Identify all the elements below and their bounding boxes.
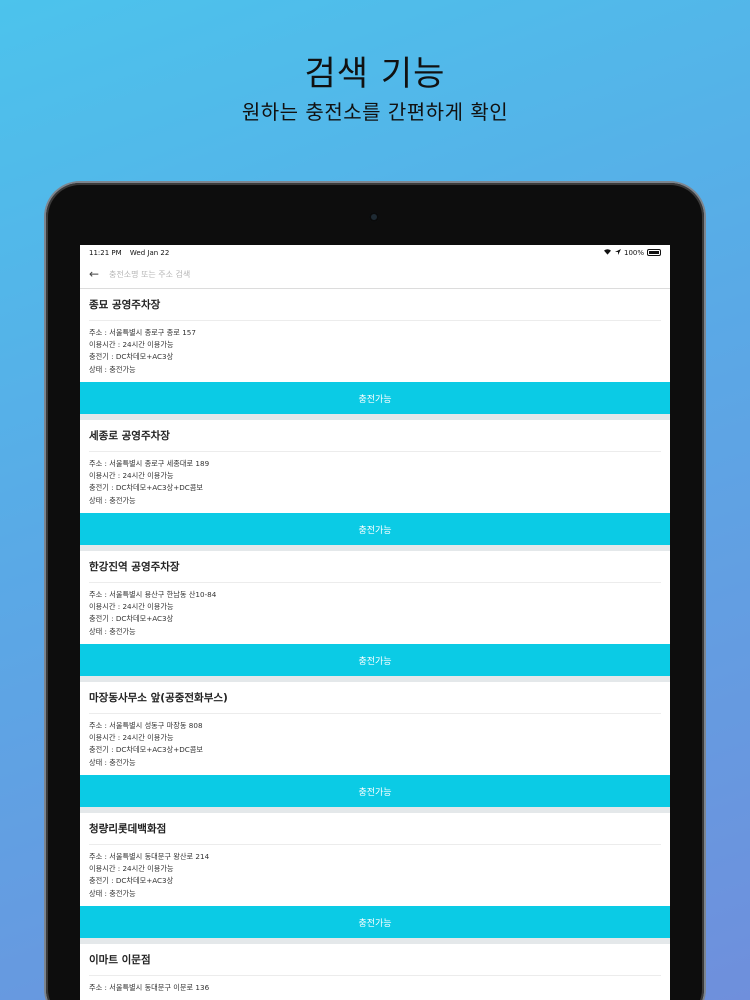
charge-available-button[interactable]: 충전가능 [80,906,670,938]
hero-title: 검색 기능 [304,54,446,94]
wifi-icon [603,248,612,257]
station-card[interactable]: 종묘 공영주차장 주소 : 서울특별시 종로구 종로 157 이용시간 : 24… [80,289,670,414]
station-card[interactable]: 마장동사무소 앞(공중전화부스) 주소 : 서울특별시 성동구 마장동 808 … [80,682,670,807]
station-name: 세종로 공영주차장 [89,428,661,452]
station-name: 청량리롯데백화점 [89,821,661,845]
station-card[interactable]: 이마트 이문점 주소 : 서울특별시 동대문구 이문로 136 [80,944,670,1000]
status-time: 11:21 PM [89,248,122,257]
station-charger: 충전기 : DC차데모+AC3상 [89,352,174,362]
station-hours: 이용시간 : 24시간 이용가능 [89,471,174,481]
station-name: 종묘 공영주차장 [89,297,661,321]
charge-available-button[interactable]: 충전가능 [80,644,670,676]
station-hours: 이용시간 : 24시간 이용가능 [89,340,174,350]
station-address: 주소 : 서울특별시 동대문구 왕산로 214 [89,852,210,861]
hero-subtitle: 원하는 충전소를 간편하게 확인 [241,100,509,124]
charge-available-button[interactable]: 충전가능 [80,775,670,807]
back-arrow-icon[interactable]: ← [89,267,105,281]
tablet-frame: 11:21 PM Wed Jan 22 100% ← 종묘 공영주차장 주소 [46,183,704,1000]
search-input[interactable] [109,269,409,279]
location-icon [614,248,621,257]
station-name: 이마트 이문점 [89,952,661,976]
station-name: 마장동사무소 앞(공중전화부스) [89,690,661,714]
station-address: 주소 : 서울특별시 성동구 마장동 808 [89,721,203,730]
status-bar: 11:21 PM Wed Jan 22 100% [80,245,670,260]
battery-icon [647,249,661,256]
battery-percent: 100% [623,248,644,257]
station-charger: 충전기 : DC차데모+AC3상 [89,614,174,624]
station-state: 상태 : 충전가능 [89,626,136,636]
station-card[interactable]: 한강진역 공영주차장 주소 : 서울특별시 용산구 한남동 산10-84 이용시… [80,551,670,676]
station-name: 한강진역 공영주차장 [89,559,661,583]
station-card[interactable]: 세종로 공영주차장 주소 : 서울특별시 종로구 세종대로 189 이용시간 :… [80,420,670,545]
station-state: 상태 : 충전가능 [89,495,136,505]
station-hours: 이용시간 : 24시간 이용가능 [89,602,174,612]
station-state: 상태 : 충전가능 [89,888,136,898]
station-state: 상태 : 충전가능 [89,757,136,767]
search-bar: ← [80,260,670,289]
camera-icon [369,212,379,222]
station-charger: 충전기 : DC차데모+AC3상+DC콤보 [89,483,204,493]
station-address: 주소 : 서울특별시 동대문구 이문로 136 [89,983,210,992]
station-hours: 이용시간 : 24시간 이용가능 [89,733,174,743]
station-address: 주소 : 서울특별시 용산구 한남동 산10-84 [89,590,217,599]
status-date: Wed Jan 22 [129,248,170,257]
charge-available-button[interactable]: 충전가능 [80,513,670,545]
charge-available-button[interactable]: 충전가능 [80,382,670,414]
station-card[interactable]: 청량리롯데백화점 주소 : 서울특별시 동대문구 왕산로 214 이용시간 : … [80,813,670,938]
station-charger: 충전기 : DC차데모+AC3상+DC콤보 [89,745,204,755]
station-address: 주소 : 서울특별시 종로구 종로 157 [89,328,196,337]
station-hours: 이용시간 : 24시간 이용가능 [89,864,174,874]
app-screen: 11:21 PM Wed Jan 22 100% ← 종묘 공영주차장 주소 [80,245,670,1000]
station-state: 상태 : 충전가능 [89,364,136,374]
station-address: 주소 : 서울특별시 종로구 세종대로 189 [89,459,210,468]
station-charger: 충전기 : DC차데모+AC3상 [89,876,174,886]
